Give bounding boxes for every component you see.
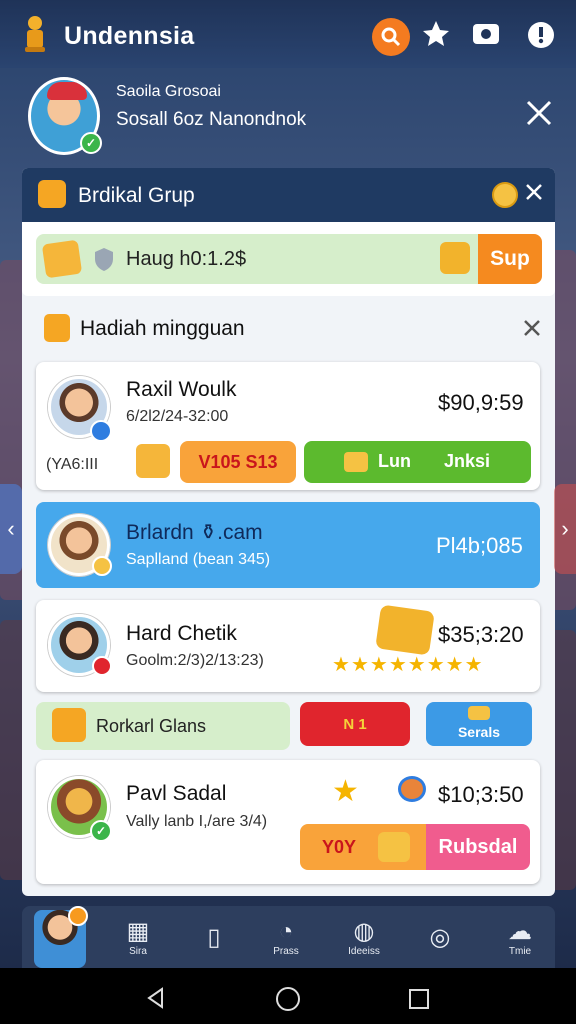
profile-subtitle: Sosall 6oz Nanondnok	[116, 109, 307, 130]
gift-icon	[38, 180, 66, 208]
next-arrow-button[interactable]: ›	[554, 484, 576, 574]
entry-name: Brlardn ⚱.cam	[126, 521, 263, 544]
coin-icon	[92, 556, 112, 576]
message-icon	[473, 24, 499, 44]
group-action-button[interactable]: Sup	[478, 234, 542, 284]
info-button[interactable]	[526, 20, 558, 52]
chevron-right-icon: ›	[561, 516, 569, 541]
chat-button[interactable]	[470, 20, 504, 54]
home-icon[interactable]	[274, 985, 302, 1013]
nav-label: Tmie	[508, 945, 532, 957]
verified-icon	[90, 420, 112, 442]
weekly-title: Hadiah mingguan	[80, 317, 245, 340]
entry-location: Saplland (bean 345)	[126, 551, 271, 568]
phone-icon: ▯	[207, 923, 221, 951]
clock-icon: ◔	[278, 918, 294, 946]
app-title: Undennsia	[64, 22, 195, 50]
star-icon: ★	[388, 654, 407, 676]
nav-label: Prass	[273, 945, 299, 957]
star-icon: ★	[332, 654, 350, 676]
group-title: Brdikal Grup	[78, 184, 195, 207]
chest-icon	[440, 242, 470, 274]
rating-stars: ★ ★ ★ ★ ★ ★ ★ ★	[332, 655, 483, 675]
close-icon	[524, 320, 540, 336]
star-icon: ★	[407, 654, 426, 676]
verified-icon: ✓	[90, 820, 112, 842]
entry-name: Pavl Sadal	[126, 782, 227, 805]
search-button[interactable]	[372, 18, 410, 56]
entry-name: Hard Chetik	[126, 622, 237, 645]
coin-bag-icon	[344, 452, 368, 472]
entry-name: Raxil Woulk	[126, 378, 237, 401]
star-icon: ★	[350, 654, 369, 676]
nav-item[interactable]: ◍ Ideeiss	[334, 908, 394, 968]
back-icon[interactable]	[144, 986, 168, 1010]
nav-item[interactable]: ▯	[184, 908, 244, 968]
sun-icon	[468, 706, 490, 720]
star-icon: ★	[426, 654, 445, 676]
trophy-icon	[136, 444, 170, 478]
entry-action-button-2[interactable]: Rubsdal	[426, 824, 530, 870]
star-icon: ★	[445, 654, 464, 676]
recents-icon[interactable]	[408, 988, 430, 1010]
treasure-icon	[41, 239, 83, 279]
search-icon	[381, 27, 401, 47]
favorites-button[interactable]	[420, 18, 454, 52]
profile-name: Saoila Grosoai	[116, 83, 221, 100]
promo-label: Rorkarl Glans	[96, 716, 207, 736]
chest-icon	[378, 832, 410, 862]
coin-icon	[492, 182, 518, 208]
entry-date: 6/2l2/24-32:00	[126, 408, 229, 425]
entry-amount: $35;3:20	[438, 622, 524, 647]
ball-icon: ◍	[353, 918, 375, 946]
entry-button-label-a: Lun	[378, 451, 411, 471]
nav-item[interactable]: ▦ Sira	[108, 908, 168, 968]
cloud-icon: ☁	[508, 918, 532, 946]
entry-tag: (YA6:III	[46, 456, 99, 473]
group-input-text: Haug h0:1.2$	[126, 248, 247, 270]
nav-item[interactable]: ◎	[410, 908, 470, 968]
coin-icon	[398, 776, 426, 802]
close-icon	[526, 100, 552, 126]
nav-label: Sira	[129, 945, 147, 957]
bag-icon	[44, 314, 70, 342]
entry-button-label-b: Jnksi	[444, 451, 491, 471]
close-weekly-button[interactable]	[522, 318, 542, 343]
gift-icon	[52, 708, 86, 742]
nav-item[interactable]: ☁ Tmie	[490, 908, 550, 968]
notification-badge	[68, 906, 88, 926]
nav-label: Ideeiss	[348, 945, 380, 957]
hat-icon	[47, 82, 87, 100]
entry-amount: Pl4b;085	[436, 533, 523, 558]
close-profile-button[interactable]	[524, 98, 554, 134]
star-icon	[423, 21, 449, 46]
entry-amount: $90,9:59	[438, 390, 524, 415]
chest-icon	[375, 604, 435, 656]
entry-date: Goolm:2/3)2/13:23)	[126, 652, 264, 669]
prev-arrow-button[interactable]: ‹	[0, 484, 22, 574]
star-icon: ★	[464, 654, 483, 676]
entry-location: Vally lanb I,/are 3/4)	[126, 813, 268, 830]
entry-action-button-1[interactable]: V105 S13	[180, 441, 296, 483]
entry-amount: $10;3:50	[438, 782, 524, 807]
nav-item[interactable]: ◔ Prass	[256, 908, 316, 968]
star-icon: ★	[332, 775, 359, 808]
heart-icon	[92, 656, 112, 676]
chevron-left-icon: ‹	[7, 516, 15, 541]
close-group-button[interactable]	[524, 182, 544, 207]
book-icon: ▦	[126, 918, 150, 946]
promo-badge-button[interactable]: N 1	[300, 702, 410, 746]
shield-icon	[95, 248, 113, 271]
verified-icon: ✓	[80, 132, 102, 154]
close-icon	[526, 184, 542, 200]
star-icon: ★	[369, 654, 388, 676]
target-icon: ◎	[429, 923, 451, 951]
app-logo-icon	[25, 16, 45, 52]
info-icon	[528, 22, 554, 48]
entry-action-button-2[interactable]	[304, 441, 531, 483]
